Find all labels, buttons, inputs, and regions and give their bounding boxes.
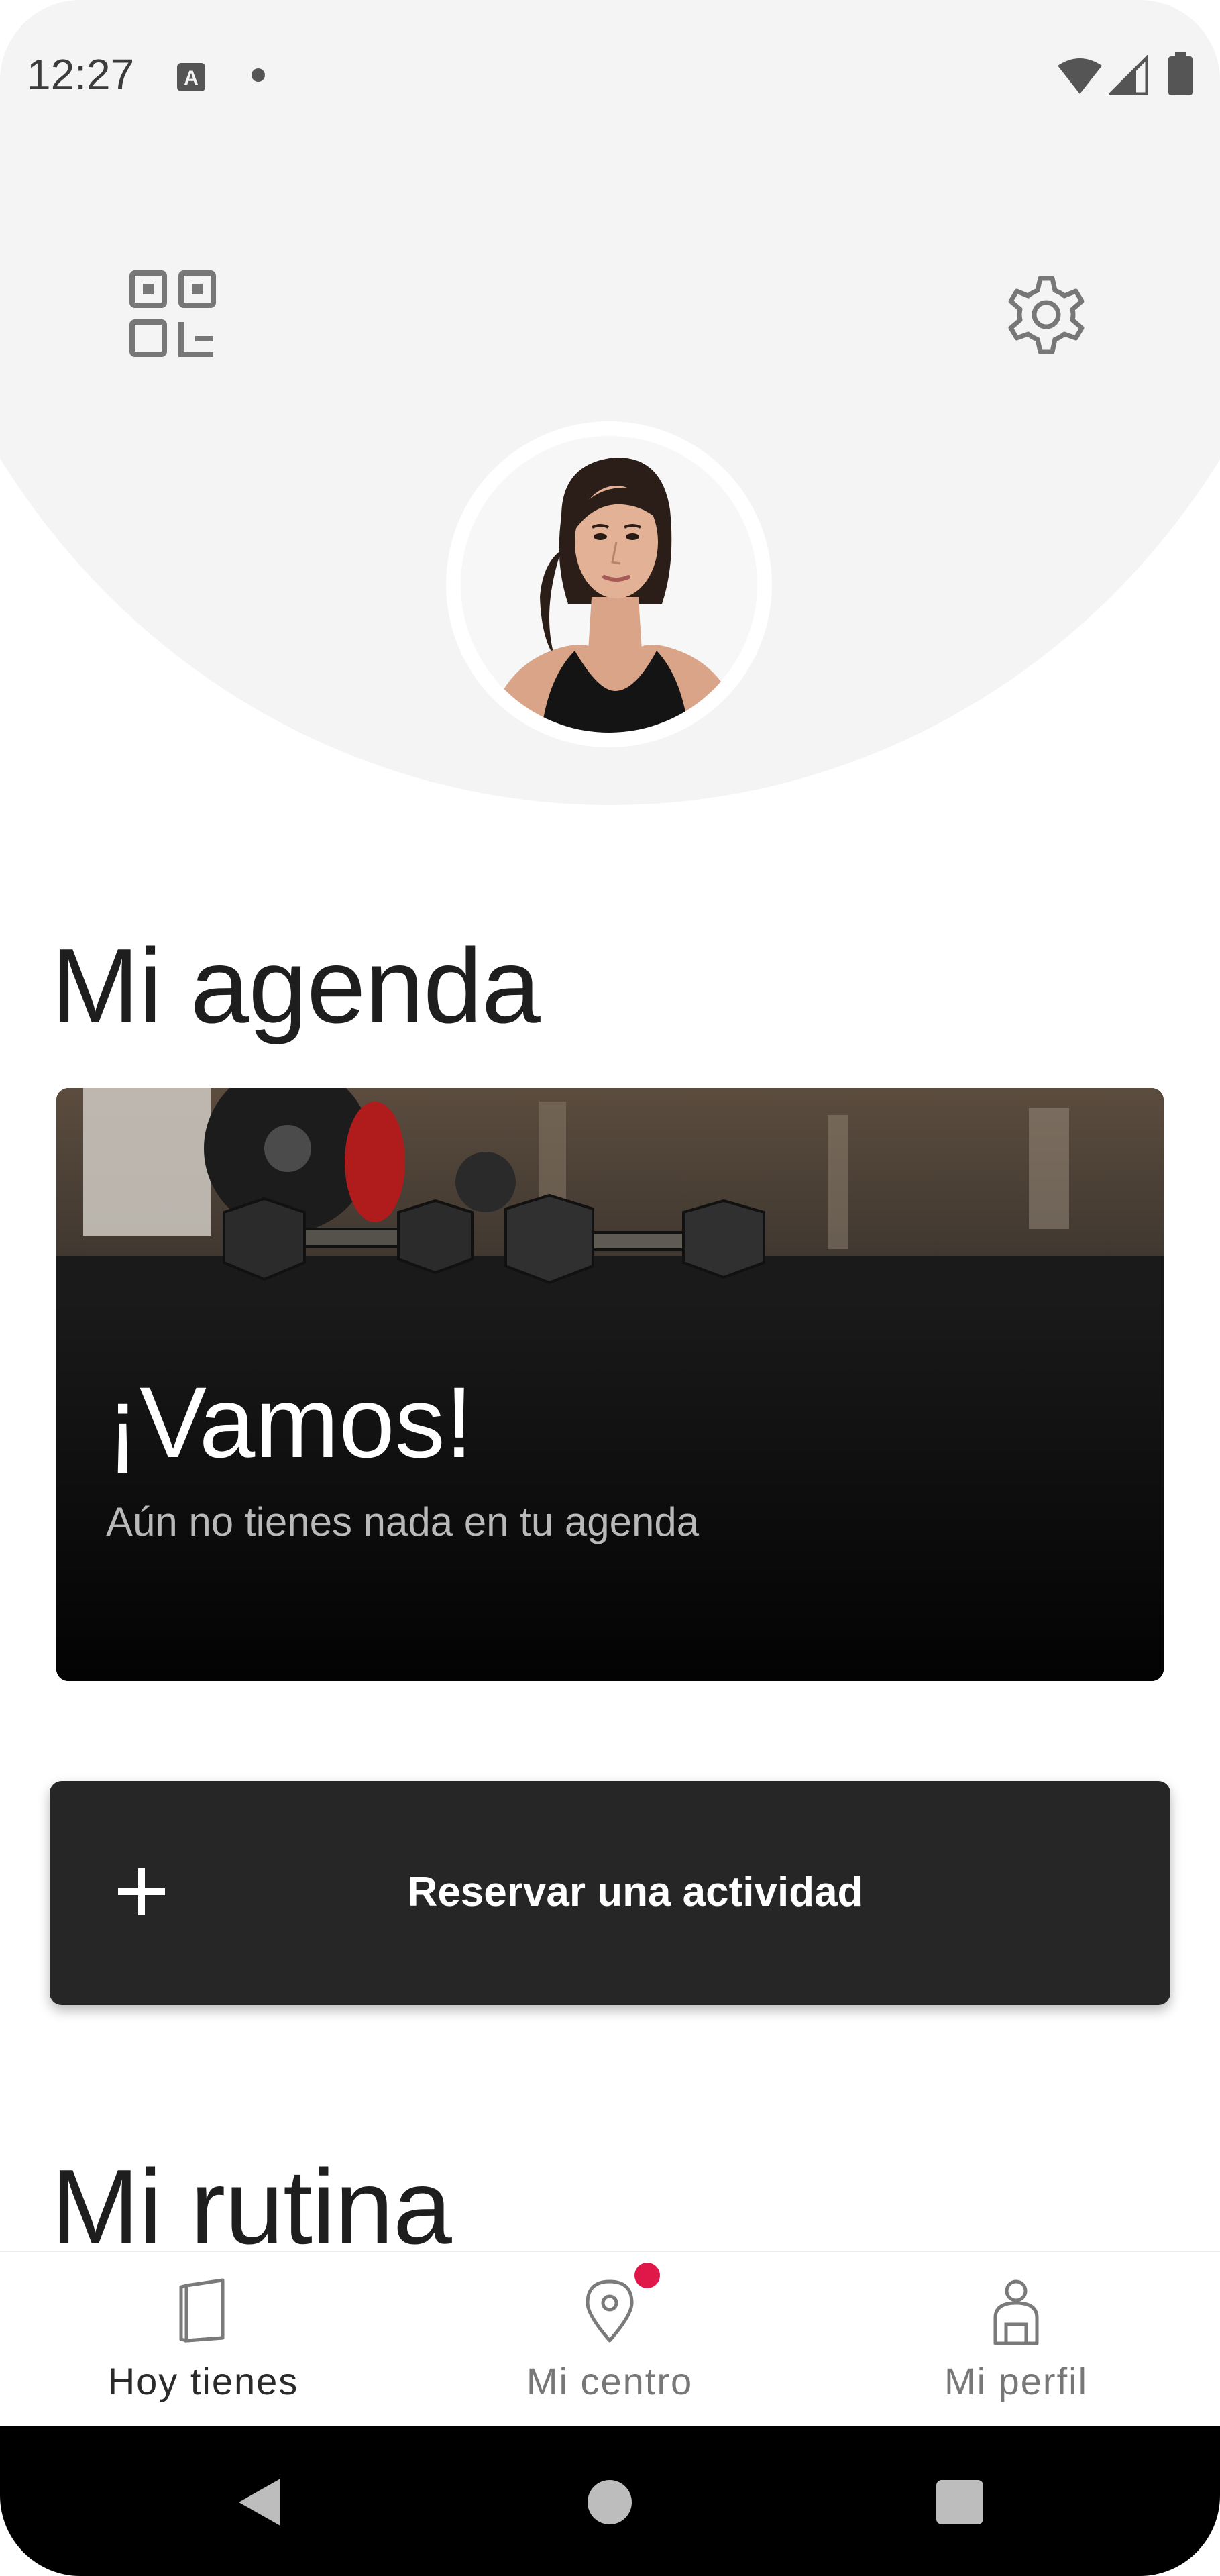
nav-label-mi-perfil: Mi perfil [944, 2360, 1089, 2402]
wifi-icon [1058, 58, 1102, 94]
nav-label-mi-centro: Mi centro [526, 2360, 694, 2402]
qr-code-icon [129, 270, 216, 357]
system-navigation-bar [0, 2426, 1220, 2576]
notification-dot-icon [252, 68, 265, 82]
reserve-activity-button[interactable]: Reservar una actividad [50, 1781, 1170, 2005]
settings-gear-icon [1008, 276, 1085, 354]
settings-button[interactable] [996, 265, 1097, 366]
person-icon [993, 2279, 1039, 2345]
nav-label-hoy-tienes: Hoy tienes [107, 2360, 299, 2402]
card-heading: ¡Vamos! [106, 1366, 474, 1479]
home-icon[interactable] [588, 2480, 632, 2524]
bottom-navigation: Hoy tienes Mi centro Mi perfil [0, 2251, 1220, 2428]
svg-text:A: A [184, 67, 199, 89]
reserve-button-label: Reservar una actividad [407, 1869, 863, 1915]
profile-photo [461, 436, 757, 733]
signal-icon [1109, 55, 1148, 95]
location-pin-icon [586, 2279, 634, 2343]
nav-item-mi-centro[interactable]: Mi centro [406, 2252, 813, 2428]
status-time: 12:27 [27, 50, 135, 99]
avatar[interactable] [461, 436, 757, 733]
mi-centro-notification-badge [634, 2263, 660, 2288]
app-screen: 12:27 A Mi agenda ¡Vamos! Aún no tienes … [0, 0, 1220, 2576]
agenda-card[interactable]: ¡Vamos! Aún no tienes nada en tu agenda [56, 1088, 1164, 1681]
agenda-title: Mi agenda [51, 927, 541, 1045]
nav-item-hoy-tienes[interactable]: Hoy tienes [0, 2252, 406, 2428]
routine-title: Mi rutina [51, 2148, 452, 2266]
card-subtitle: Aún no tienes nada en tu agenda [106, 1499, 700, 1544]
status-bar: 12:27 A [0, 0, 1220, 154]
recents-icon[interactable] [936, 2480, 983, 2524]
back-icon[interactable] [229, 2472, 290, 2532]
battery-icon [1168, 52, 1193, 95]
notebook-icon [179, 2278, 225, 2343]
qr-code-button[interactable] [124, 265, 225, 366]
nav-item-mi-perfil[interactable]: Mi perfil [813, 2252, 1219, 2428]
keyboard-a-icon: A [177, 63, 205, 91]
